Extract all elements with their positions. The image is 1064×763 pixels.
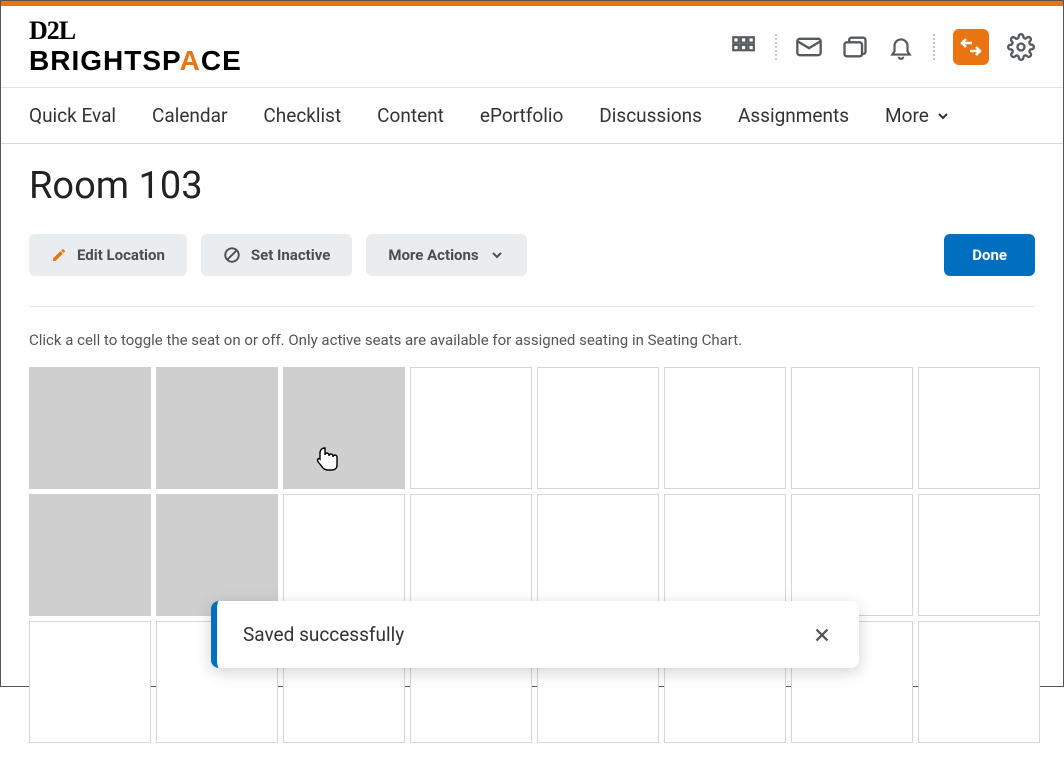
more-actions-button[interactable]: More Actions — [366, 234, 526, 276]
seat-cell[interactable] — [283, 367, 405, 489]
page-content: Room 103 Edit Location Set Inactive More… — [1, 144, 1063, 763]
settings-icon[interactable] — [1007, 33, 1035, 61]
seat-cell[interactable] — [283, 494, 405, 616]
cursor-icon — [316, 446, 340, 472]
tab-eportfolio[interactable]: ePortfolio — [480, 104, 563, 127]
logo[interactable]: D2L BRIGHTSPACE — [29, 18, 242, 75]
seat-cell[interactable] — [29, 494, 151, 616]
edit-location-label: Edit Location — [77, 246, 165, 264]
tab-content[interactable]: Content — [377, 104, 444, 127]
instruction-text: Click a cell to toggle the seat on or of… — [29, 331, 1035, 349]
seat-cell[interactable] — [791, 367, 913, 489]
tab-calendar[interactable]: Calendar — [152, 104, 227, 127]
seat-cell[interactable] — [29, 367, 151, 489]
logo-text-pre: BRIGHTSP — [29, 45, 180, 76]
page-title: Room 103 — [29, 164, 1035, 208]
seat-cell[interactable] — [791, 494, 913, 616]
seat-cell[interactable] — [156, 367, 278, 489]
chevron-down-icon — [935, 108, 951, 124]
tab-checklist[interactable]: Checklist — [263, 104, 341, 127]
edit-location-button[interactable]: Edit Location — [29, 234, 187, 276]
logo-text-post: CE — [201, 45, 242, 76]
divider — [775, 34, 777, 60]
close-icon — [811, 624, 833, 646]
seat-cell[interactable] — [918, 367, 1040, 489]
switch-icon[interactable] — [953, 29, 989, 65]
prohibit-icon — [223, 246, 241, 264]
seat-cell[interactable] — [918, 621, 1040, 743]
divider — [933, 34, 935, 60]
tab-assignments[interactable]: Assignments — [738, 104, 849, 127]
seat-cell[interactable] — [410, 367, 532, 489]
seat-cell[interactable] — [537, 367, 659, 489]
header: D2L BRIGHTSPACE — [1, 6, 1063, 88]
set-inactive-label: Set Inactive — [251, 246, 330, 264]
tab-quick-eval[interactable]: Quick Eval — [29, 104, 116, 127]
tab-discussions[interactable]: Discussions — [599, 104, 702, 127]
apps-icon[interactable] — [729, 33, 757, 61]
messages-icon[interactable] — [795, 33, 823, 61]
notifications-icon[interactable] — [887, 33, 915, 61]
seat-cell[interactable] — [664, 494, 786, 616]
subscriptions-icon[interactable] — [841, 33, 869, 61]
seat-cell[interactable] — [918, 494, 1040, 616]
pencil-icon — [51, 247, 67, 263]
toast-close-button[interactable] — [811, 624, 833, 646]
seat-cell[interactable] — [537, 494, 659, 616]
toast-message: Saved successfully — [243, 623, 811, 646]
logo-brightspace: BRIGHTSPACE — [29, 47, 242, 75]
nav-tabs: Quick Eval Calendar Checklist Content eP… — [1, 88, 1063, 144]
tab-more[interactable]: More — [885, 104, 951, 127]
seat-cell[interactable] — [156, 494, 278, 616]
logo-text-accent: A — [180, 45, 201, 76]
chevron-down-icon — [489, 247, 505, 263]
toast: Saved successfully — [211, 601, 859, 668]
logo-d2l: D2L — [29, 18, 242, 44]
toolbar: Edit Location Set Inactive More Actions … — [29, 234, 1035, 307]
tab-more-label: More — [885, 104, 929, 127]
set-inactive-button[interactable]: Set Inactive — [201, 234, 352, 276]
done-button[interactable]: Done — [944, 234, 1035, 276]
seat-cell[interactable] — [29, 621, 151, 743]
seat-cell[interactable] — [410, 494, 532, 616]
more-actions-label: More Actions — [388, 246, 478, 264]
seat-cell[interactable] — [664, 367, 786, 489]
header-icons — [729, 29, 1035, 65]
